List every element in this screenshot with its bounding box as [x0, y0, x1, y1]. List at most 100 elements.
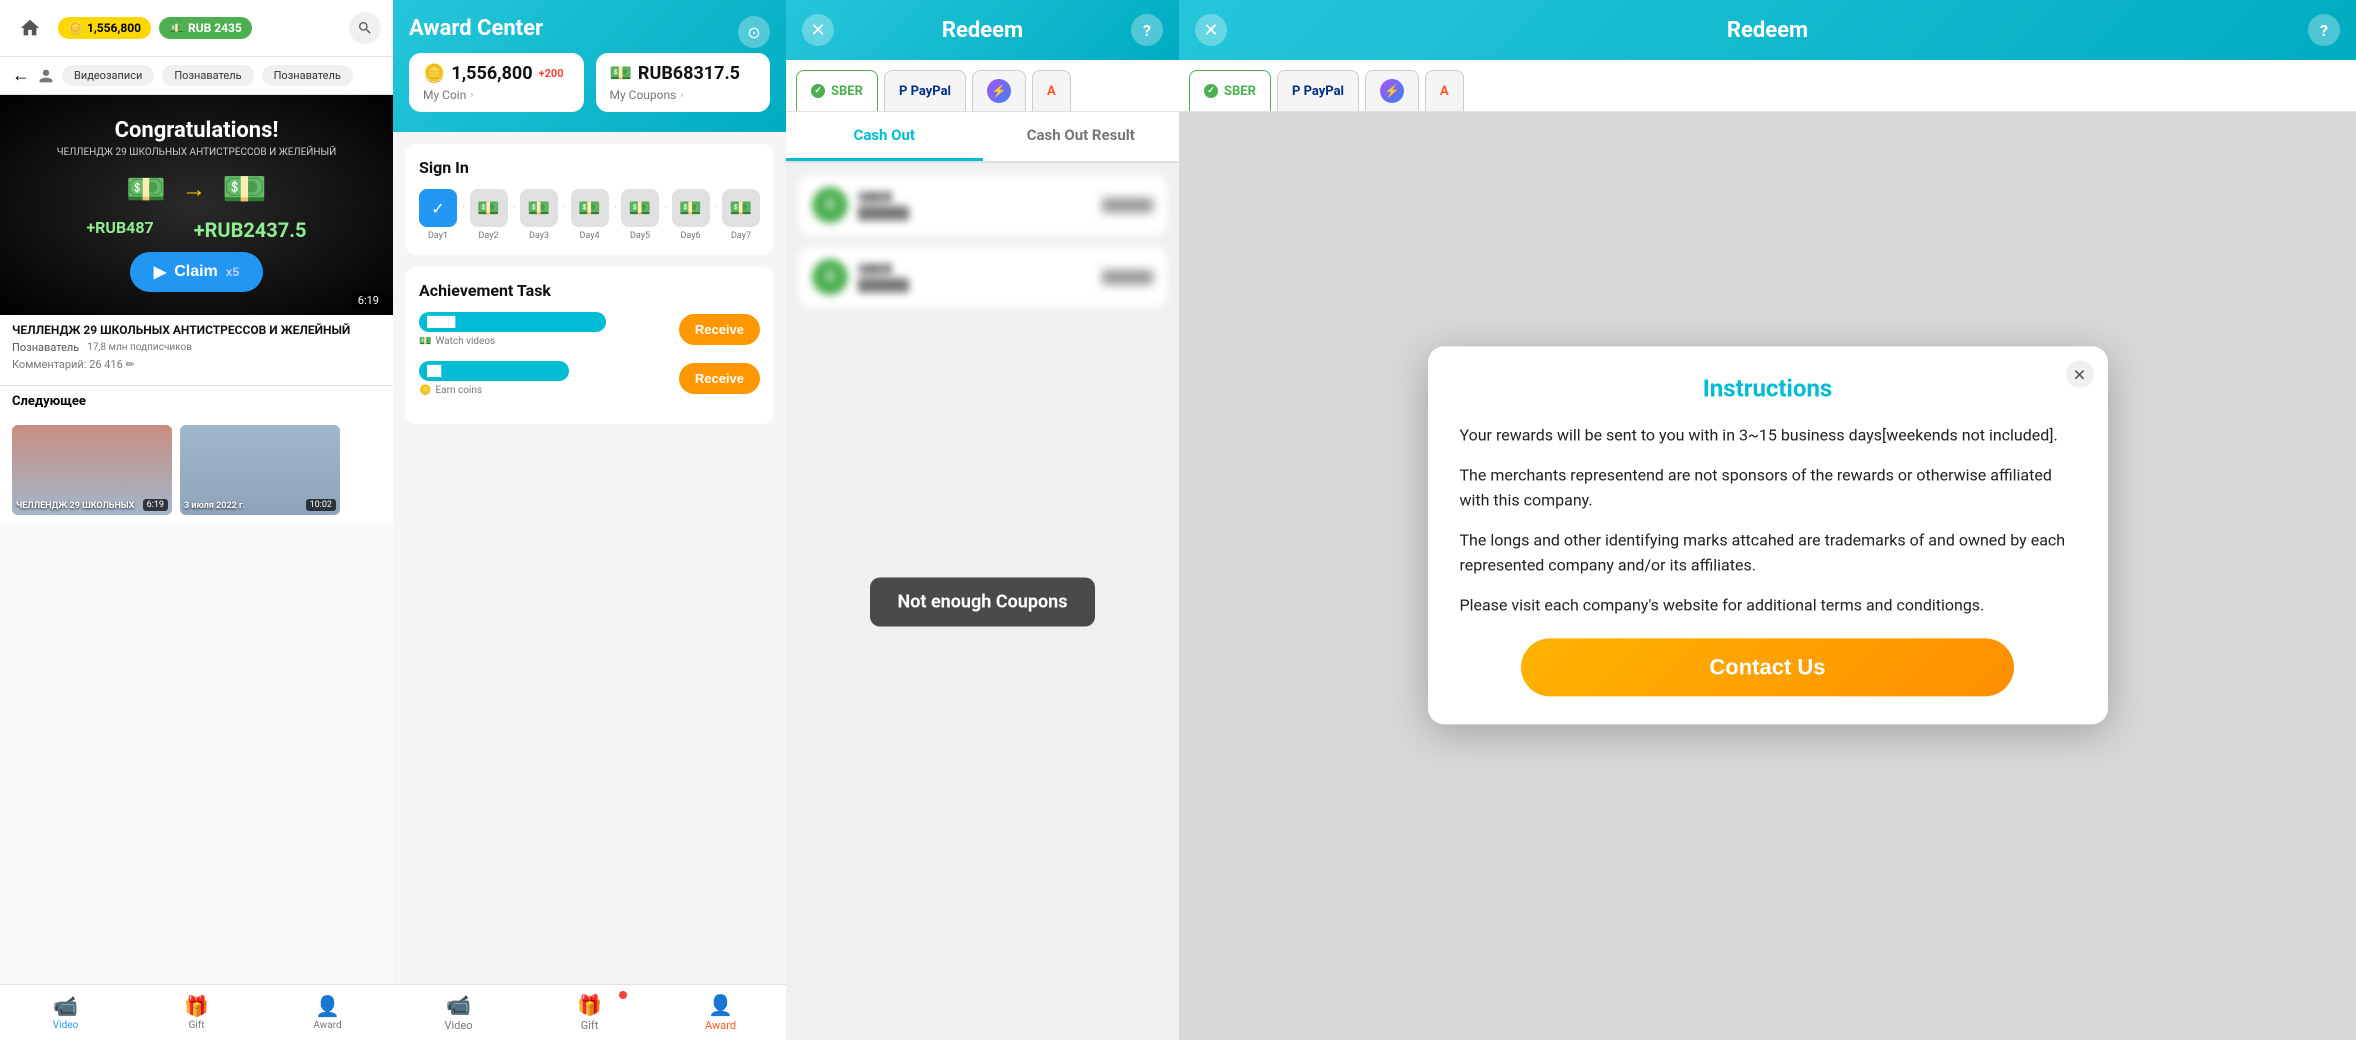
day-connector-6 — [716, 206, 717, 208]
panel4-tab-messenger[interactable]: ⚡ — [1365, 70, 1419, 111]
nav-video[interactable]: 📹 Video — [0, 985, 131, 1040]
coin-badge: 🪙 1,556,800 — [58, 17, 151, 39]
nav-award[interactable]: 👤 Award — [262, 985, 393, 1040]
search-button[interactable] — [349, 12, 381, 44]
panel4-close-button[interactable]: ✕ — [1195, 14, 1227, 46]
day-4[interactable]: 💵 Day4 — [571, 189, 609, 241]
award-nav-award-label: Award — [705, 1019, 736, 1032]
payment-tabs: ✓ SBER P PayPal ⚡ A — [786, 60, 1179, 112]
day-5-box: 💵 — [621, 189, 659, 227]
payment-tab-messenger[interactable]: ⚡ — [972, 70, 1026, 111]
day-2[interactable]: 💵 Day2 — [470, 189, 508, 241]
task-1-claim-button[interactable]: Receive — [679, 314, 760, 345]
day-6-box: 💵 — [672, 189, 710, 227]
award-balances: 🪙 1,556,800 +200 My Coin › 💵 RUB68317.5 … — [409, 53, 770, 112]
claim-label: Claim — [174, 263, 218, 281]
money-badge: 💵 RUB 2435 — [159, 17, 252, 39]
congrats-title: Congratulations! — [115, 118, 279, 143]
task-2-claim-button[interactable]: Receive — [679, 363, 760, 394]
nav-gift-label: Gift — [189, 1020, 205, 1031]
next-video-2[interactable]: 3 июля 2022 г. 10:02 — [180, 425, 340, 515]
payment-tab-ali[interactable]: A — [1032, 70, 1071, 111]
day-connector-1 — [463, 206, 464, 208]
redeem-option-1[interactable]: S SBER ██████ ██████ — [798, 175, 1167, 235]
coin-balance-card[interactable]: 🪙 1,556,800 +200 My Coin › — [409, 53, 584, 112]
gift-nav-icon: 🎁 — [184, 994, 209, 1018]
yt-logo-area: 🪙 1,556,800 💵 RUB 2435 — [58, 17, 339, 39]
instructions-modal: ✕ Instructions Your rewards will be sent… — [1428, 346, 2108, 724]
reward-small: +RUB487 — [86, 218, 153, 242]
messenger-icon: ⚡ — [987, 79, 1011, 103]
day-connector-2 — [514, 206, 515, 208]
modal-para-2: The merchants representend are not spons… — [1460, 462, 2076, 513]
tab-cash-out-result[interactable]: Cash Out Result — [983, 112, 1180, 161]
payment-tab-sber[interactable]: ✓ SBER — [796, 70, 878, 111]
day-3[interactable]: 💵 Day3 — [520, 189, 558, 241]
day-4-box: 💵 — [571, 189, 609, 227]
claim-multiplier: x5 — [226, 265, 239, 279]
option-2-info: SBER ██████ — [858, 262, 1092, 292]
option-1-name: SBER — [858, 190, 1092, 206]
redeem-help-button[interactable]: ? — [1131, 14, 1163, 46]
achievement-section: Achievement Task ████ 💵 Watch videos Rec… — [405, 267, 774, 424]
coupon-balance-card[interactable]: 💵 RUB68317.5 My Coupons › — [596, 53, 771, 112]
award-nav-award[interactable]: 👤 Award — [655, 985, 786, 1040]
redeem-option-2[interactable]: S SBER ██████ ██████ — [798, 247, 1167, 307]
payment-tab-paypal[interactable]: P PayPal — [884, 70, 966, 111]
comments-label: Комментарий: 26 416 ✏ — [12, 358, 381, 371]
redeem-close-button[interactable]: ✕ — [802, 14, 834, 46]
option-1-info: SBER ██████ — [858, 190, 1092, 220]
task-2-sub: 🪙 Earn coins — [419, 385, 669, 396]
sber-option-icon-2: S — [812, 259, 848, 295]
contact-us-button[interactable]: Contact Us — [1521, 638, 2014, 696]
bottom-nav: 📹 Video 🎁 Gift 👤 Award — [0, 984, 393, 1040]
coin-amount: 1,556,800 — [87, 21, 141, 35]
day-1[interactable]: ✓ Day1 — [419, 189, 457, 241]
thumb-duration-1: 6:19 — [143, 499, 168, 511]
panel-redeem: ✕ Redeem ? ✓ SBER P PayPal ⚡ A Cash Out … — [786, 0, 1179, 1040]
next-label: Следующее — [0, 385, 393, 417]
modal-para-3: The longs and other identifying marks at… — [1460, 527, 2076, 578]
day-6[interactable]: 💵 Day6 — [672, 189, 710, 241]
redeem-title: Redeem — [942, 18, 1023, 43]
nav-gift[interactable]: 🎁 Gift — [131, 985, 262, 1040]
home-button[interactable] — [12, 10, 48, 46]
next-video-1[interactable]: ЧЕЛЛЕНДЖ 29 ШКОЛЬНЫХ 6:19 — [12, 425, 172, 515]
small-money-icon: 💵 — [126, 170, 166, 208]
task-2-progress: ██ 🪙 Earn coins — [419, 361, 669, 396]
tag-pill-1[interactable]: Видеозаписи — [62, 65, 154, 86]
panel4-tab-paypal[interactable]: P PayPal — [1277, 70, 1359, 111]
settings-icon[interactable]: ⊙ — [738, 16, 770, 48]
panel-instructions: ✕ Redeem ? ✓ SBER P PayPal ⚡ A ✕ Instruc… — [1179, 0, 2356, 1040]
day-5[interactable]: 💵 Day5 — [621, 189, 659, 241]
redeem-tabs-row: Cash Out Cash Out Result — [786, 112, 1179, 163]
day-connector-4 — [615, 206, 616, 208]
back-button[interactable]: ← — [12, 65, 30, 86]
award-nav-gift[interactable]: 🎁 Gift — [524, 985, 655, 1040]
not-enough-overlay: Not enough Coupons — [870, 577, 1096, 626]
money-animation: 💵 → 💵 — [126, 168, 267, 210]
modal-close-button[interactable]: ✕ — [2066, 360, 2094, 388]
panel4-tab-sber[interactable]: ✓ SBER — [1189, 70, 1271, 111]
video-area: Congratulations! ЧЕЛЛЕНДЖ 29 ШКОЛЬНЫХ АН… — [0, 95, 393, 315]
next-videos: ЧЕЛЛЕНДЖ 29 ШКОЛЬНЫХ 6:19 3 июля 2022 г.… — [0, 417, 393, 523]
video-info: ЧЕЛЛЕНДЖ 29 ШКОЛЬНЫХ АНТИСТРЕССОВ И ЖЕЛЕ… — [0, 315, 393, 385]
coupon-chevron: › — [680, 90, 683, 101]
tag-pill-3[interactable]: Познаватель — [262, 65, 353, 86]
panel4-tab-ali[interactable]: A — [1425, 70, 1464, 111]
nav-video-label: Video — [53, 1020, 78, 1031]
tag-pill-2[interactable]: Познаватель — [162, 65, 253, 86]
day-connector-3 — [564, 206, 565, 208]
coupon-amount-val: RUB68317.5 — [638, 63, 740, 84]
sign-in-section: Sign In ✓ Day1 💵 Day2 💵 Day3 — [405, 144, 774, 255]
modal-title: Instructions — [1460, 374, 2076, 402]
day-7[interactable]: 💵 Day7 — [722, 189, 760, 241]
award-bottom-nav: 📹 Video 🎁 Gift 👤 Award — [393, 984, 786, 1040]
reward-amounts: +RUB487 +RUB2437.5 — [86, 218, 306, 242]
option-2-price: ██████ — [1102, 270, 1153, 284]
sber-option-icon: S — [812, 187, 848, 223]
claim-button[interactable]: ▶ Claim x5 — [130, 252, 263, 292]
award-nav-video[interactable]: 📹 Video — [393, 985, 524, 1040]
tab-cash-out[interactable]: Cash Out — [786, 112, 983, 161]
panel4-help-button[interactable]: ? — [2308, 14, 2340, 46]
